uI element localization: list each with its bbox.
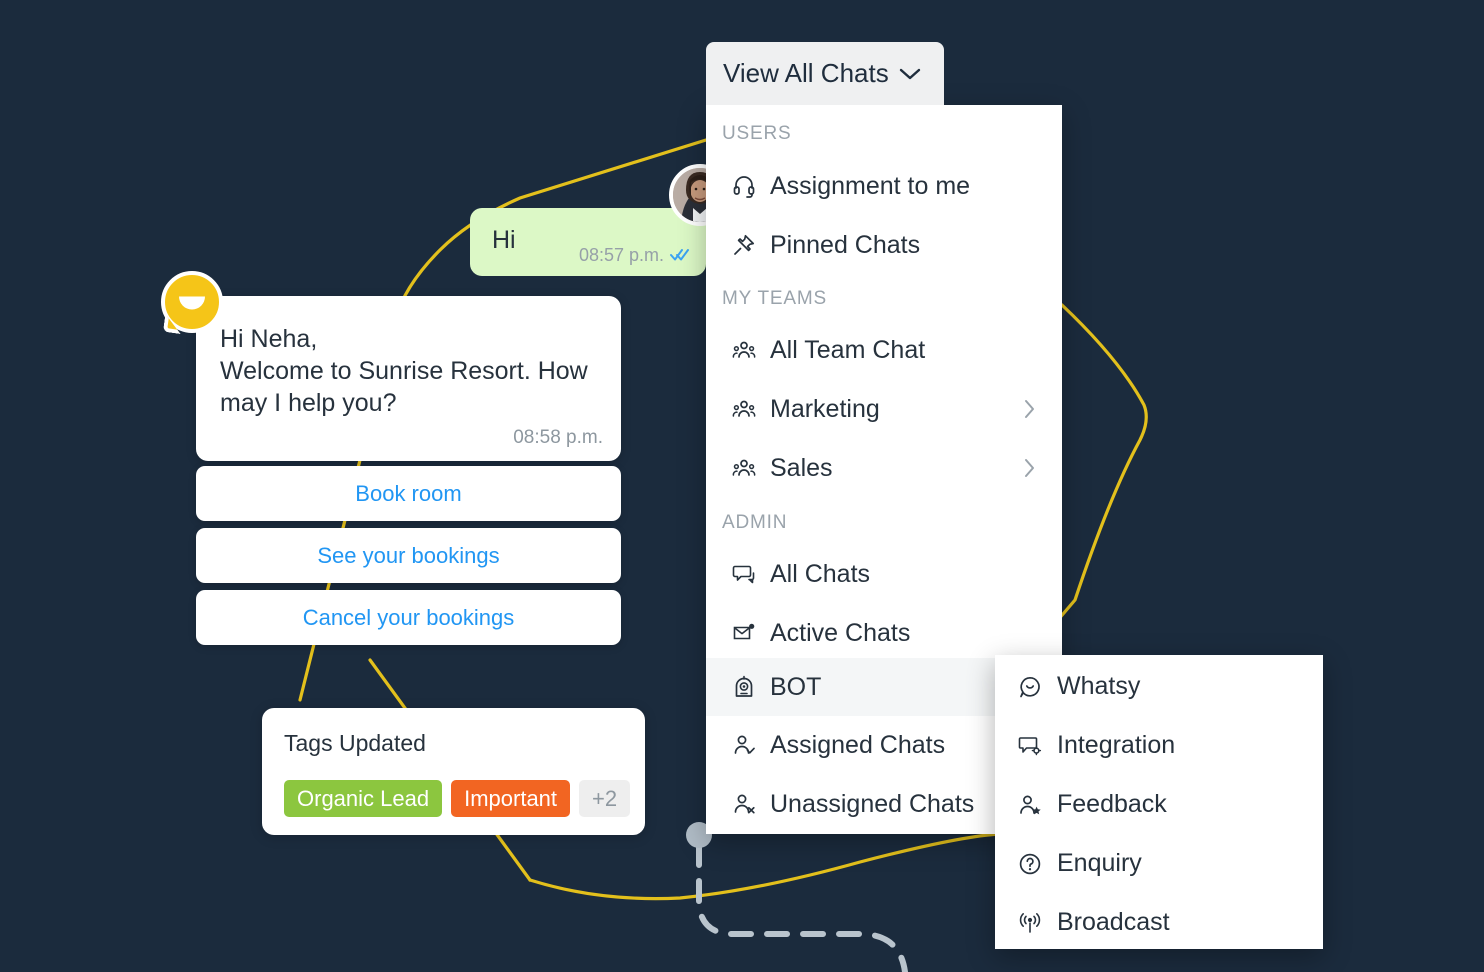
menu-item-active-chats[interactable]: Active Chats <box>706 604 1062 662</box>
pin-icon <box>732 233 756 257</box>
menu-item-assignment-to-me[interactable]: Assignment to me <box>706 157 1062 215</box>
dashed-connector-path <box>696 842 908 972</box>
bot-avatar <box>161 271 223 333</box>
quick-reply-cancel-your-bookings[interactable]: Cancel your bookings <box>196 590 621 645</box>
users-group-icon <box>732 456 756 480</box>
menu-item-sales[interactable]: Sales <box>706 439 1062 497</box>
chat-bubble-incoming: Hi 08:57 p.m. <box>470 208 706 276</box>
menu-item-label: BOT <box>770 672 822 701</box>
chat-gear-icon <box>1018 734 1042 758</box>
user-star-icon <box>1018 793 1042 817</box>
canvas: Hi 08:57 p.m. Hi Neha, Welcome to Sunris… <box>0 0 1484 972</box>
incoming-message-text: Hi <box>492 226 516 254</box>
menu-item-label: Sales <box>770 453 833 482</box>
submenu-item-label: Feedback <box>1057 790 1167 818</box>
quick-reply-label: Cancel your bookings <box>302 604 515 630</box>
chevron-right-icon <box>1024 399 1036 419</box>
tags-updated-card: Tags Updated Organic Lead Important +2 <box>262 708 645 835</box>
headset-icon <box>732 174 756 198</box>
bot-message-line-1: Hi Neha, <box>220 325 318 353</box>
tags-list: Organic Lead Important +2 <box>284 780 631 817</box>
incoming-message-meta: 08:57 p.m. <box>579 245 690 266</box>
chat-bubbles-icon <box>732 562 756 586</box>
dropdown-group-label-users: USERS <box>722 123 792 144</box>
view-all-chats-button[interactable]: View All Chats <box>706 42 944 105</box>
status-badge[interactable]: Important <box>451 780 571 817</box>
users-group-icon <box>732 338 756 362</box>
submenu-item-label: Broadcast <box>1057 908 1170 936</box>
double-check-icon <box>670 245 690 266</box>
menu-item-label: Pinned Chats <box>770 230 921 259</box>
chevron-down-icon <box>899 67 921 81</box>
status-badge[interactable]: Organic Lead <box>284 780 443 817</box>
menu-item-marketing[interactable]: Marketing <box>706 380 1062 438</box>
submenu-item-label: Integration <box>1057 731 1176 759</box>
quick-reply-label: Book room <box>355 480 462 506</box>
menu-item-label: All Team Chat <box>770 335 926 364</box>
bot-submenu: Whatsy Integration Feedback Enquiry Broa… <box>995 655 1323 949</box>
menu-item-label: All Chats <box>770 559 871 588</box>
submenu-item-feedback[interactable]: Feedback <box>995 775 1323 834</box>
robot-icon <box>732 675 756 699</box>
question-circle-icon <box>1018 852 1042 876</box>
dropdown-group-label-admin: ADMIN <box>722 512 788 533</box>
menu-item-label: Assigned Chats <box>770 730 946 759</box>
chat-bubble-bot: Hi Neha, Welcome to Sunrise Resort. How … <box>196 296 621 461</box>
bot-message-body: Hi Neha, Welcome to Sunrise Resort. How … <box>220 323 588 419</box>
user-x-icon <box>732 792 756 816</box>
envelope-dot-icon <box>732 621 756 645</box>
menu-item-all-chats[interactable]: All Chats <box>706 545 1062 603</box>
quick-reply-book-room[interactable]: Book room <box>196 466 621 521</box>
quick-reply-label: See your bookings <box>317 542 500 568</box>
submenu-item-broadcast[interactable]: Broadcast <box>995 893 1323 952</box>
tags-overflow-badge[interactable]: +2 <box>579 780 631 817</box>
menu-item-label: Assignment to me <box>770 171 971 200</box>
submenu-item-label: Whatsy <box>1057 672 1141 700</box>
bot-avatar-smile <box>179 296 205 310</box>
bot-message-line-3: may I help you? <box>220 389 397 417</box>
incoming-timestamp: 08:57 p.m. <box>578 245 664 265</box>
quick-reply-see-your-bookings[interactable]: See your bookings <box>196 528 621 583</box>
submenu-item-whatsy[interactable]: Whatsy <box>995 657 1323 716</box>
menu-item-label: Marketing <box>770 394 880 423</box>
menu-item-all-team-chat[interactable]: All Team Chat <box>706 321 1062 379</box>
menu-item-label: Active Chats <box>770 618 911 647</box>
submenu-item-enquiry[interactable]: Enquiry <box>995 834 1323 893</box>
chat-smile-icon <box>1018 675 1042 699</box>
bot-message-timestamp: 08:58 p.m. <box>513 427 603 448</box>
submenu-item-integration[interactable]: Integration <box>995 716 1323 775</box>
bot-message-line-2: Welcome to Sunrise Resort. How <box>220 357 588 385</box>
yellow-connector-path-bottom <box>528 832 1002 901</box>
submenu-item-label: Enquiry <box>1057 849 1142 877</box>
users-group-icon <box>732 397 756 421</box>
dropdown-group-label-my-teams: MY TEAMS <box>722 288 827 309</box>
chevron-right-icon <box>1024 458 1036 478</box>
tags-card-title: Tags Updated <box>284 730 426 756</box>
user-check-icon <box>732 733 756 757</box>
menu-item-label: Unassigned Chats <box>770 789 975 818</box>
broadcast-icon <box>1018 911 1042 935</box>
menu-item-pinned-chats[interactable]: Pinned Chats <box>706 216 1062 274</box>
view-all-chats-label: View All Chats <box>723 58 889 88</box>
